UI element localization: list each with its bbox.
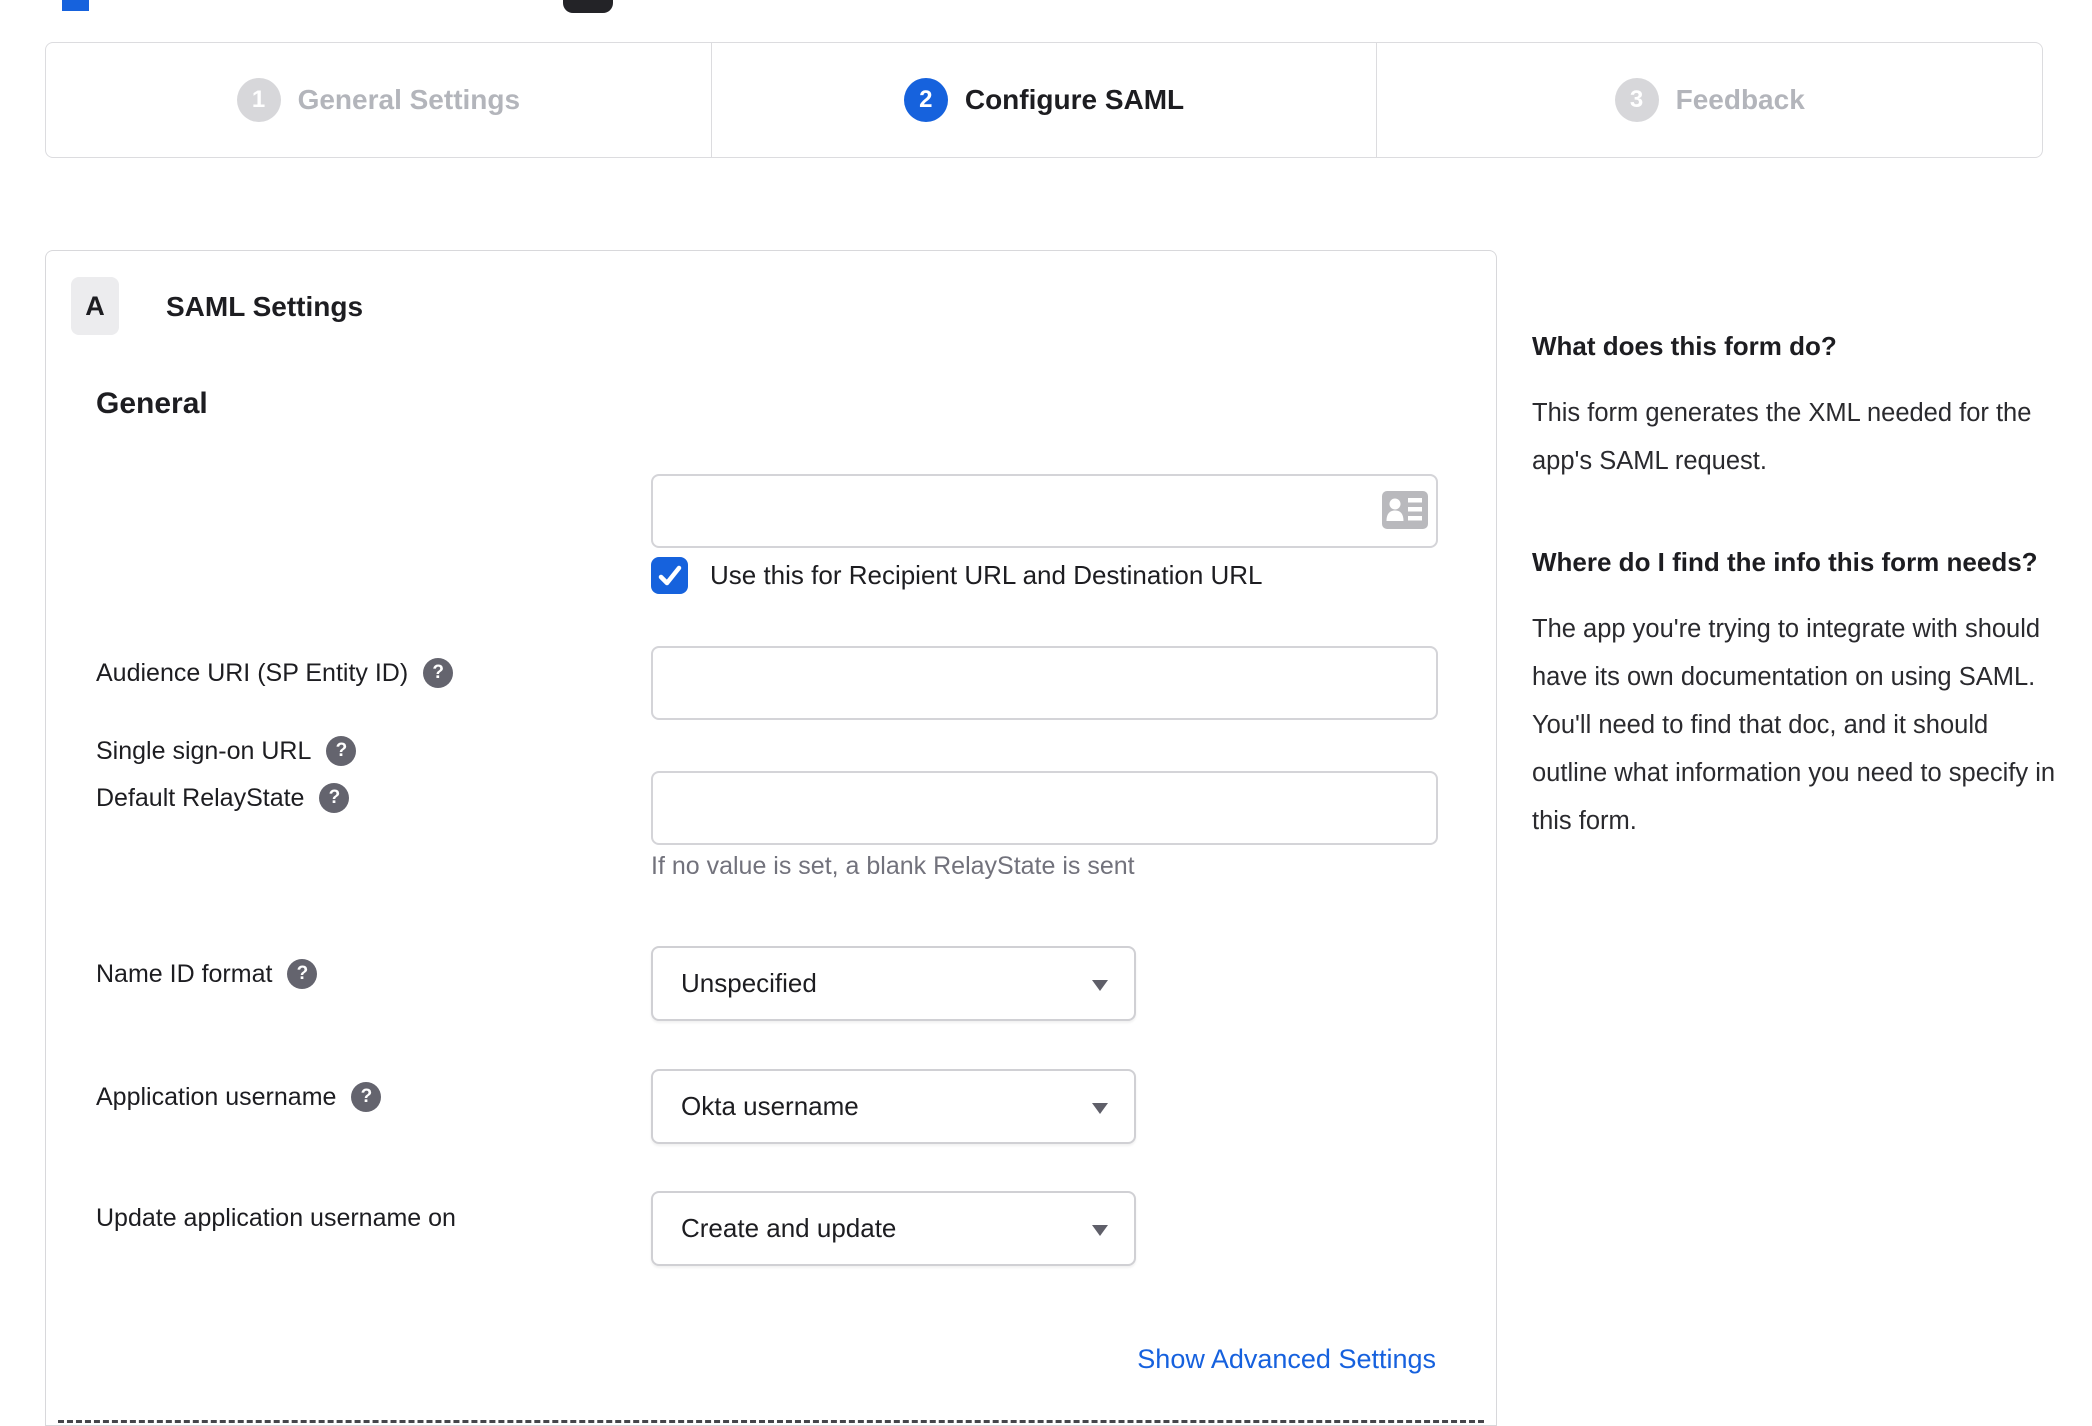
audience-uri-input[interactable]	[651, 646, 1438, 720]
step-2-label: Configure SAML	[964, 84, 1185, 115]
help-body: The app you're trying to integrate with …	[1532, 615, 2056, 835]
help-heading: What does this form do?	[1532, 331, 1837, 361]
recipient-url-checkbox[interactable]	[651, 557, 688, 594]
sso-url-help-icon[interactable]: ?	[326, 736, 357, 766]
default-relaystate-label: Default RelayState ?	[96, 783, 350, 813]
section-a-badge: A	[71, 277, 119, 335]
default-relaystate-input[interactable]	[651, 771, 1438, 845]
help-body: This form generates the XML needed for t…	[1532, 399, 2032, 475]
chevron-down-icon	[1092, 1102, 1108, 1114]
help-heading: Where do I find the info this form needs…	[1532, 547, 2038, 577]
step-2-number-badge: 2	[903, 78, 948, 122]
recipient-url-checkbox-label: Use this for Recipient URL and Destinati…	[710, 560, 1263, 590]
audience-uri-label-text: Audience URI (SP Entity ID)	[96, 658, 409, 687]
saml-settings-panel: A SAML Settings General Single sign-on U…	[45, 250, 1497, 1426]
step-feedback[interactable]: 3 Feedback	[1376, 43, 2042, 157]
update-app-username-select[interactable]: Create and update	[651, 1191, 1136, 1266]
sso-url-label: Single sign-on URL ?	[96, 736, 357, 766]
step-1-number-badge: 1	[236, 78, 281, 122]
application-username-select[interactable]: Okta username	[651, 1069, 1136, 1144]
application-username-label-text: Application username	[96, 1082, 337, 1111]
top-edge-blue-fragment	[62, 0, 89, 11]
checkmark-icon	[658, 565, 681, 585]
step-3-number-badge: 3	[1614, 78, 1659, 122]
application-username-help-icon[interactable]: ?	[351, 1082, 382, 1112]
help-panel: What does this form do? This form genera…	[1532, 325, 2057, 845]
step-3-label: Feedback	[1675, 84, 1805, 115]
audience-uri-help-icon[interactable]: ?	[423, 658, 454, 688]
application-username-label: Application username ?	[96, 1082, 382, 1112]
step-1-label: General Settings	[297, 84, 521, 115]
step-configure-saml[interactable]: 2 Configure SAML	[710, 43, 1377, 157]
application-username-value: Okta username	[681, 1091, 859, 1121]
relaystate-helper-text: If no value is set, a blank RelayState i…	[651, 852, 1135, 880]
update-app-username-label: Update application username on	[96, 1204, 456, 1233]
update-app-username-value: Create and update	[681, 1213, 897, 1243]
help-section-where: Where do I find the info this form needs…	[1532, 541, 2057, 845]
name-id-format-label: Name ID format ?	[96, 959, 318, 989]
audience-uri-label: Audience URI (SP Entity ID) ?	[96, 658, 454, 688]
sso-url-input[interactable]	[651, 474, 1438, 548]
name-id-format-help-icon[interactable]: ?	[287, 959, 318, 989]
show-advanced-settings-link[interactable]: Show Advanced Settings	[1137, 1344, 1436, 1375]
dashed-section-divider	[58, 1420, 1484, 1423]
help-section-what: What does this form do? This form genera…	[1532, 325, 2057, 485]
name-id-format-select[interactable]: Unspecified	[651, 946, 1136, 1021]
update-app-username-label-text: Update application username on	[96, 1204, 456, 1232]
chevron-down-icon	[1092, 979, 1108, 991]
recipient-url-checkbox-row: Use this for Recipient URL and Destinati…	[651, 557, 1263, 594]
name-id-format-label-text: Name ID format	[96, 959, 273, 988]
general-section-heading: General	[96, 387, 208, 420]
wizard-stepper: 1 General Settings 2 Configure SAML 3 Fe…	[45, 42, 2043, 158]
top-edge-logo-fragment	[563, 0, 613, 13]
default-relaystate-help-icon[interactable]: ?	[319, 783, 350, 813]
contact-card-icon[interactable]	[1382, 491, 1428, 529]
sso-url-label-text: Single sign-on URL	[96, 736, 312, 765]
step-general-settings[interactable]: 1 General Settings	[46, 43, 711, 157]
panel-title: SAML Settings	[166, 291, 364, 322]
chevron-down-icon	[1092, 1224, 1108, 1236]
name-id-format-value: Unspecified	[681, 968, 817, 998]
default-relaystate-label-text: Default RelayState	[96, 783, 305, 812]
